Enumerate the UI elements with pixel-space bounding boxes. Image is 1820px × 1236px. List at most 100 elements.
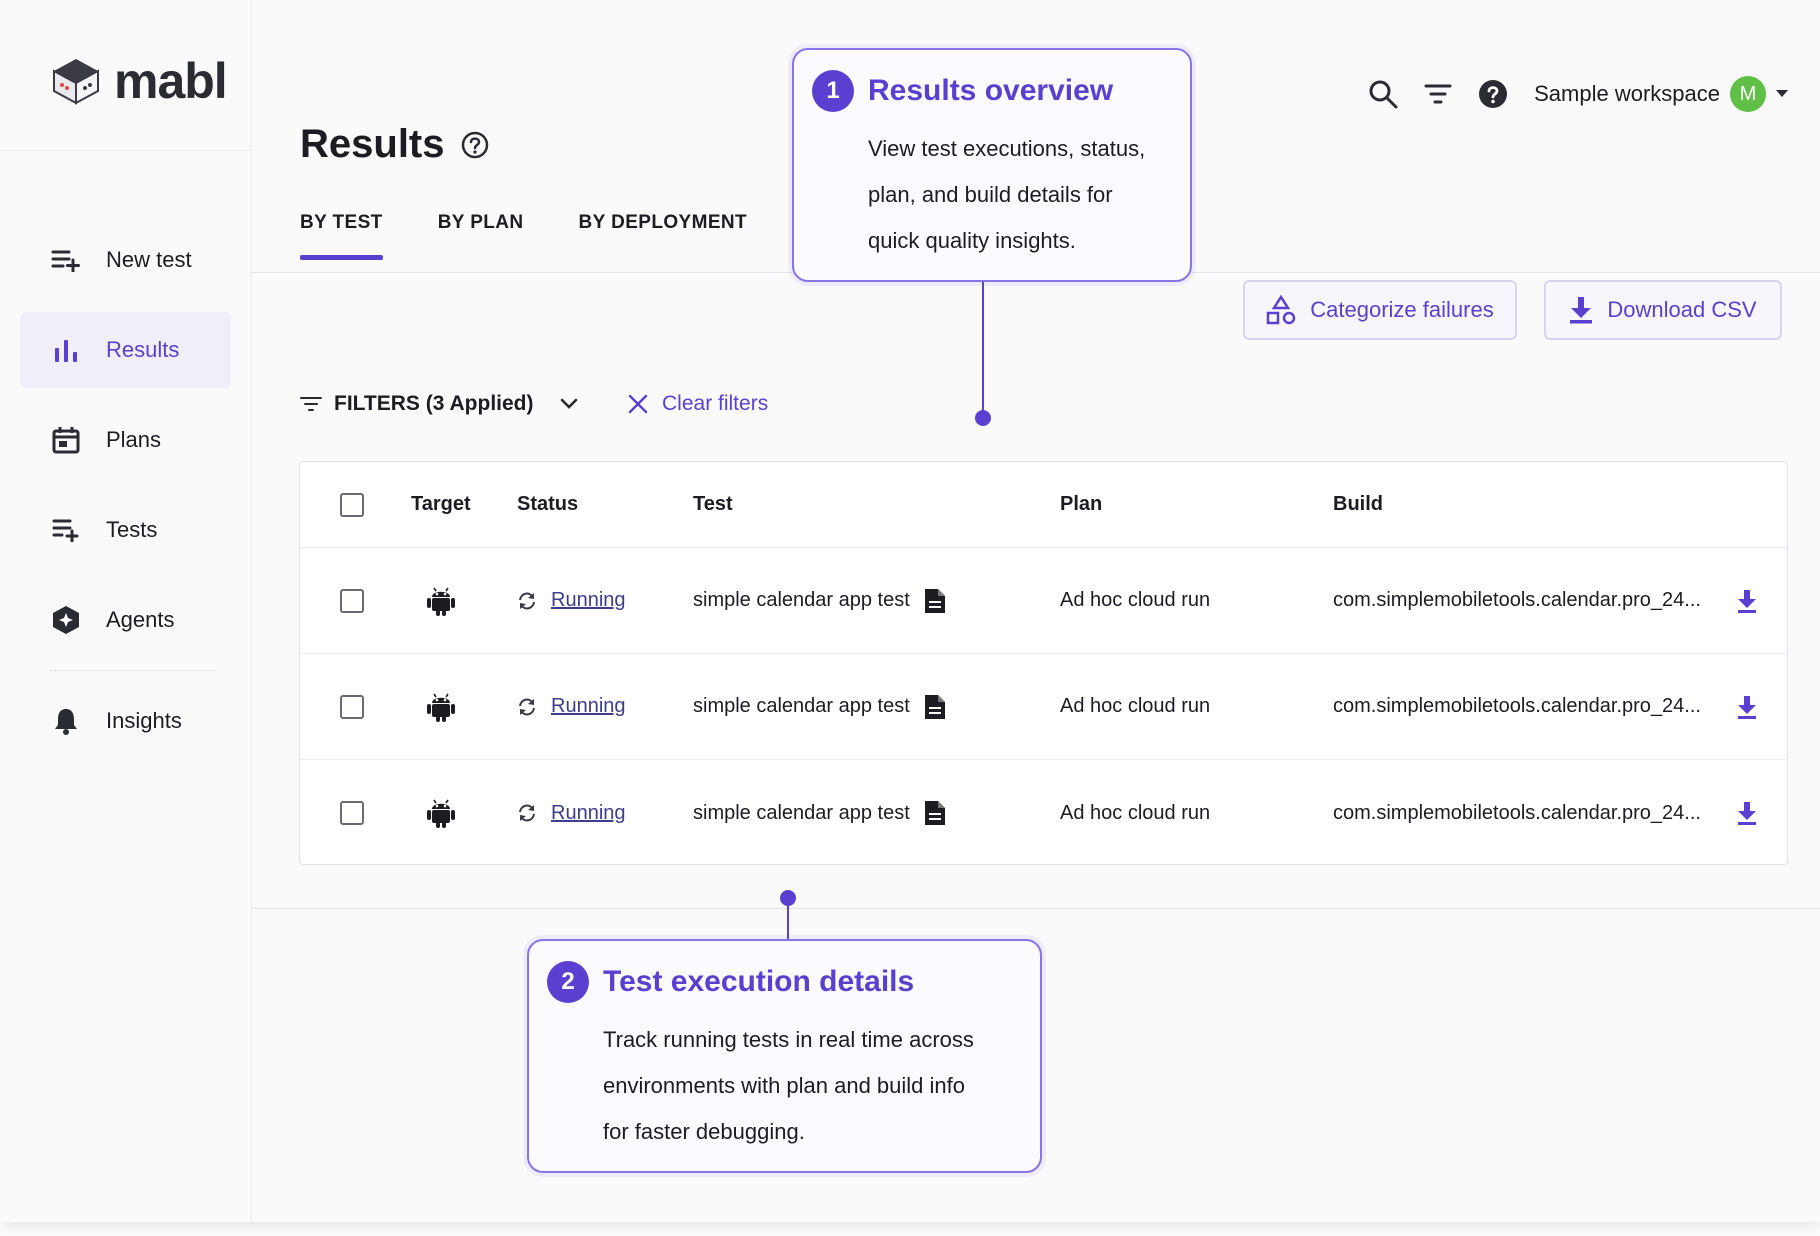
table-header: Target Status Test Plan Build: [300, 462, 1787, 548]
download-csv-button[interactable]: Download CSV: [1544, 280, 1782, 340]
clear-filters-button[interactable]: Clear filters: [628, 392, 768, 416]
document-icon[interactable]: [924, 588, 946, 614]
test-name: simple calendar app test: [693, 695, 910, 717]
filters-label: FILTERS (3 Applied): [334, 392, 534, 415]
sidebar-item-agents[interactable]: Agents: [20, 582, 231, 658]
filter-lines-icon: [300, 397, 322, 411]
callout-1-line: plan, and build details for: [868, 182, 1113, 207]
status-cell: Running: [517, 695, 626, 718]
select-all-checkbox[interactable]: [340, 492, 364, 517]
sidebar-item-plans[interactable]: Plans: [20, 402, 231, 478]
callout-test-execution-details: 2 Test execution details Track running t…: [527, 939, 1042, 1173]
document-icon[interactable]: [924, 800, 946, 826]
sidebar-separator: [50, 670, 216, 671]
avatar: M: [1730, 76, 1766, 112]
sidebar-item-label: Tests: [106, 517, 158, 542]
help-circle-icon[interactable]: [461, 131, 489, 159]
callout-1-connector: [982, 280, 984, 417]
row-checkbox[interactable]: [340, 801, 364, 825]
bar-chart-icon: [50, 334, 82, 366]
row-checkbox-cell: [340, 694, 364, 719]
tab-by-test[interactable]: BY TEST: [300, 212, 383, 260]
page-title-area: Results: [300, 122, 489, 167]
callout-1-body: View test executions, status, plan, and …: [868, 126, 1145, 264]
tab-by-deployment[interactable]: BY DEPLOYMENT: [579, 212, 747, 260]
mabl-logo-icon: [53, 59, 99, 105]
sidebar-item-label: Plans: [106, 427, 162, 452]
download-label: Download CSV: [1607, 297, 1757, 322]
calendar-icon: [50, 424, 82, 456]
logo[interactable]: mabl: [50, 52, 228, 110]
row-checkbox-cell: [340, 801, 364, 825]
status-cell: Running: [517, 589, 626, 612]
filters-toggle[interactable]: FILTERS (3 Applied): [300, 392, 578, 416]
android-icon: [426, 797, 456, 829]
categorize-failures-button[interactable]: Categorize failures: [1243, 280, 1517, 340]
agent-hex-icon: [50, 604, 82, 636]
status-link[interactable]: Running: [551, 802, 626, 825]
callout-2-line: for faster debugging.: [603, 1119, 805, 1144]
workspace-name: Sample workspace: [1534, 81, 1720, 106]
sidebar-item-results[interactable]: Results: [20, 312, 231, 388]
column-header-test[interactable]: Test: [693, 493, 733, 516]
download-build-icon[interactable]: [1737, 695, 1757, 719]
chevron-down-icon: [560, 398, 577, 409]
download-icon: [1570, 297, 1593, 324]
bell-icon: [50, 705, 82, 737]
callout-results-overview: 1 Results overview View test executions,…: [792, 48, 1192, 282]
page-title: Results: [300, 122, 445, 166]
sidebar-item-label: Results: [106, 337, 180, 362]
test-cell: simple calendar app test: [693, 800, 946, 826]
callout-2-header: 2 Test execution details: [547, 961, 914, 1003]
plan-cell: Ad hoc cloud run: [1060, 589, 1211, 611]
column-header-plan[interactable]: Plan: [1060, 493, 1102, 516]
status-link[interactable]: Running: [551, 695, 626, 718]
sidebar-item-label: New test: [106, 247, 192, 272]
download-build-icon[interactable]: [1737, 589, 1757, 613]
content-divider: [252, 908, 1820, 909]
callout-1-line: quick quality insights.: [868, 228, 1076, 253]
sidebar-item-insights[interactable]: Insights: [20, 683, 231, 759]
status-link[interactable]: Running: [551, 589, 626, 612]
sidebar: mabl New test Results Plans Tests Agents…: [0, 0, 252, 1222]
column-header-build[interactable]: Build: [1333, 493, 1383, 516]
download-build-icon[interactable]: [1737, 801, 1757, 825]
test-name: simple calendar app test: [693, 589, 910, 611]
app-name: mabl: [114, 53, 228, 109]
test-name: simple calendar app test: [693, 801, 910, 824]
test-cell: simple calendar app test: [693, 588, 946, 614]
clear-filters-label: Clear filters: [662, 392, 769, 415]
sidebar-item-tests[interactable]: Tests: [20, 492, 231, 568]
column-header-status[interactable]: Status: [517, 493, 578, 516]
sidebar-item-new-test[interactable]: New test: [20, 222, 231, 298]
callout-2-line: environments with plan and build info: [603, 1073, 966, 1098]
row-checkbox[interactable]: [340, 588, 364, 613]
android-icon: [426, 691, 456, 723]
workspace-switcher[interactable]: Sample workspace M: [1534, 76, 1788, 112]
document-icon[interactable]: [924, 694, 946, 720]
callout-2-body: Track running tests in real time across …: [603, 1017, 974, 1155]
test-cell: simple calendar app test: [693, 694, 946, 720]
column-header-target[interactable]: Target: [411, 493, 471, 516]
top-toolbar: Sample workspace M: [1368, 76, 1788, 112]
table-row[interactable]: Running simple calendar app test Ad hoc …: [300, 548, 1787, 654]
list-add-icon: [50, 514, 82, 546]
status-cell: Running: [517, 802, 626, 825]
plan-cell: Ad hoc cloud run: [1060, 801, 1211, 824]
row-checkbox[interactable]: [340, 694, 364, 719]
table-row[interactable]: Running simple calendar app test Ad hoc …: [300, 760, 1787, 866]
tab-by-plan[interactable]: BY PLAN: [438, 212, 524, 260]
close-icon: [628, 394, 648, 414]
results-table: Target Status Test Plan Build Running si…: [299, 461, 1788, 865]
callout-2-title: Test execution details: [603, 965, 915, 998]
callout-2-connector: [787, 898, 789, 940]
build-cell: com.simplemobiletools.calendar.pro_24...: [1333, 589, 1701, 611]
select-all-checkbox-cell: [340, 492, 364, 517]
callout-2-line: Track running tests in real time across: [603, 1027, 974, 1052]
table-row[interactable]: Running simple calendar app test Ad hoc …: [300, 654, 1787, 760]
search-icon[interactable]: [1368, 79, 1398, 109]
filter-icon[interactable]: [1424, 83, 1452, 105]
callout-1-badge: 1: [812, 70, 854, 112]
help-filled-icon[interactable]: [1478, 79, 1508, 109]
sync-icon: [519, 804, 535, 822]
